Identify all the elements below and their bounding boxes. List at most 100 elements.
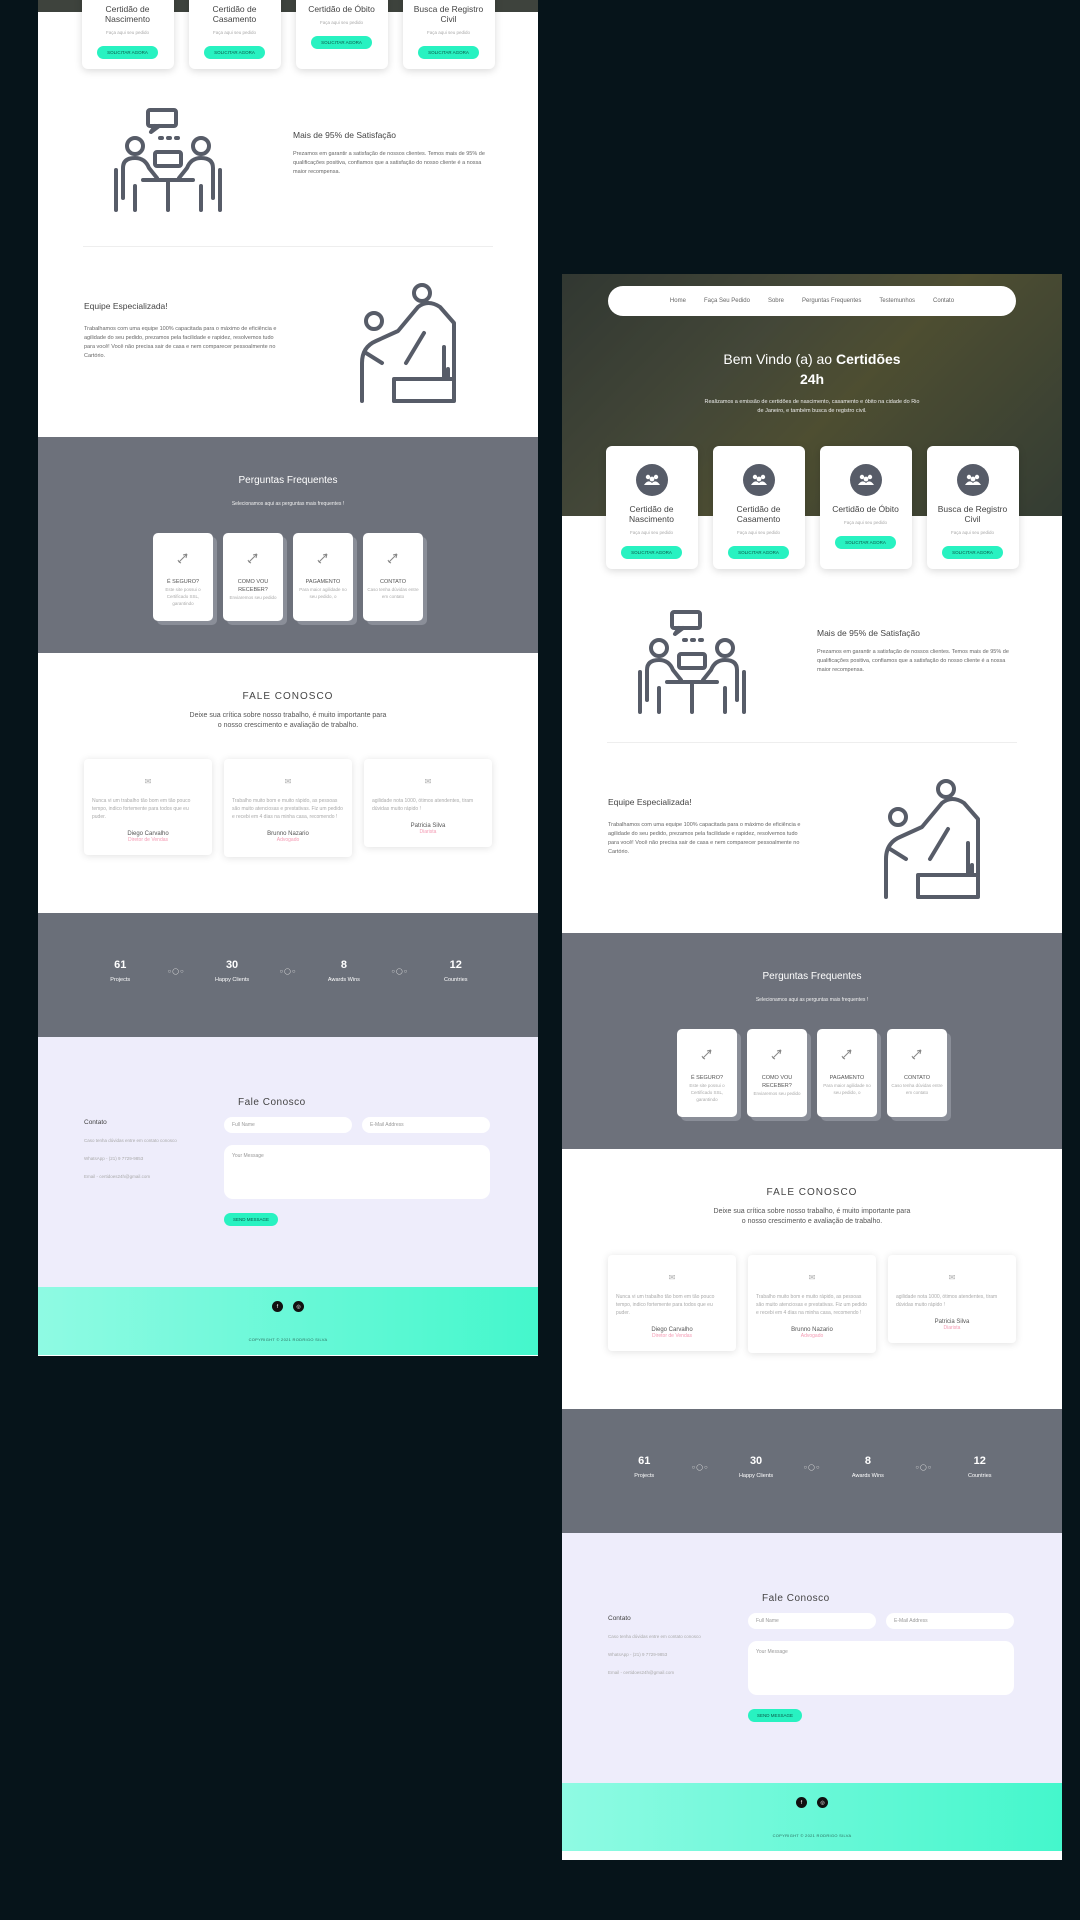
- faq-subtitle: Selecionamos aqui as perguntas mais freq…: [231, 501, 345, 507]
- request-button[interactable]: SOLICITAR AGORA: [728, 546, 789, 559]
- team-title: Equipe Especializada!: [608, 797, 692, 807]
- testimonial-role: Advogado: [276, 837, 300, 843]
- meeting-icon: [114, 108, 222, 212]
- faq-card-text: Para maior agilidade no seu pedido, o: [299, 587, 347, 599]
- request-button[interactable]: SOLICITAR AGORA: [204, 46, 265, 59]
- facebook-icon[interactable]: f: [796, 1797, 807, 1808]
- screenshot-scrolled: Certidão de Nascimento Faça aqui seu ped…: [38, 0, 538, 1356]
- stat-item: 12 Countries: [423, 959, 489, 983]
- service-sub: Faça aqui seu pedido: [629, 530, 674, 535]
- service-card: Certidão de Nascimento Faça aqui seu ped…: [605, 446, 698, 569]
- faq-card-text: Este site possui o Certificado SSL, gara…: [689, 1083, 725, 1102]
- hero-title: Bem Vindo (a) ao Certidões 24h: [562, 349, 1062, 389]
- facebook-icon[interactable]: f: [272, 1301, 283, 1312]
- stat-label: Awards Wins: [851, 1473, 884, 1479]
- testimonial-card: ✉ Trabalho muito bom e muito rápido, as p…: [748, 1255, 876, 1353]
- faq-card[interactable]: PAGAMENTO Para maior agilidade no seu ped…: [293, 533, 353, 621]
- nav-testimonials[interactable]: Testemunhos: [879, 298, 915, 304]
- hero-title-bold-2: 24h: [799, 371, 825, 387]
- hero-title-bold: Certidões: [836, 351, 901, 367]
- satisfaction-feature: Mais de 95% de Satisfação Prezamos em ga…: [38, 98, 538, 246]
- service-sub: Faça aqui seu pedido: [319, 20, 364, 25]
- request-button[interactable]: SOLICITAR AGORA: [942, 546, 1003, 559]
- stat-label: Awards Wins: [327, 977, 360, 983]
- service-sub: Faça aqui seu pedido: [426, 30, 471, 35]
- dots-decoration: ○◯○: [691, 1464, 709, 1471]
- email-input[interactable]: E-Mail Address: [362, 1117, 490, 1133]
- faq-card-text: Enviaremos seu pedido: [753, 1091, 801, 1096]
- hero-text: Realizamos a emissão de certidões de nas…: [704, 399, 920, 414]
- service-title: Certidão de Casamento: [212, 4, 257, 24]
- send-message-button[interactable]: SEND MESSAGE: [224, 1213, 279, 1226]
- contact-info: Contato Caso tenha dúvidas entre em cont…: [84, 1119, 204, 1192]
- message-icon: ✉: [424, 777, 432, 786]
- request-button[interactable]: SOLICITAR AGORA: [835, 536, 896, 549]
- instagram-icon[interactable]: ◎: [817, 1797, 828, 1808]
- rocket-icon: [771, 1049, 782, 1060]
- nav-faq[interactable]: Perguntas Frequentes: [802, 298, 861, 304]
- request-button[interactable]: SOLICITAR AGORA: [97, 46, 158, 59]
- request-button[interactable]: SOLICITAR AGORA: [418, 46, 479, 59]
- faq-card[interactable]: CONTATO Caso tenha dúvidas entre em conta…: [363, 533, 423, 621]
- faq-card-title: PAGAMENTO: [305, 579, 341, 585]
- testimonials-lead: Deixe sua crítica sobre nosso trabalho, …: [189, 712, 387, 729]
- stat-item: 30 Happy Clients: [723, 1455, 789, 1479]
- whatsapp-text: WhatsApp - (21) 9 7729-9853: [608, 1652, 668, 1657]
- message-textarea[interactable]: Your Message: [748, 1641, 1014, 1695]
- service-card: Certidão de Nascimento Faça aqui seu ped…: [81, 0, 174, 69]
- faq-card[interactable]: COMO VOU RECEBER? Enviaremos seu pedido: [747, 1029, 807, 1117]
- service-title: Certidão de Nascimento: [105, 4, 150, 24]
- email-input[interactable]: E-Mail Address: [886, 1613, 1014, 1629]
- nav-about[interactable]: Sobre: [768, 298, 784, 304]
- testimonials-section: FALE CONOSCO Deixe sua crítica sobre nos…: [562, 1149, 1062, 1409]
- faq-card-text: Este site possui o Certificado SSL, gara…: [165, 587, 201, 606]
- stats-section: 61 Projects ○◯○ 30 Happy Clients ○◯○ 8 Awar…: [562, 1409, 1062, 1533]
- footer: f ◎ COPYRIGHT © 2021 RODRIGO SILVA: [38, 1287, 538, 1355]
- full-name-input[interactable]: Full Name: [748, 1613, 876, 1629]
- testimonial-quote: Trabalho muito bom e muito rápido, as pe…: [232, 798, 343, 820]
- team-text: Trabalhamos com uma equipe 100% capacita…: [84, 326, 277, 359]
- service-title: Certidão de Óbito: [308, 4, 375, 14]
- copyright: COPYRIGHT © 2021 RODRIGO SILVA: [772, 1833, 852, 1838]
- testimonial-card: ✉ Trabalho muito bom e muito rápido, as p…: [224, 759, 352, 857]
- service-sub: Faça aqui seu pedido: [105, 30, 150, 35]
- message-textarea[interactable]: Your Message: [224, 1145, 490, 1199]
- stat-label: Countries: [967, 1473, 992, 1479]
- service-sub: Faça aqui seu pedido: [843, 520, 888, 525]
- full-name-input[interactable]: Full Name: [224, 1117, 352, 1133]
- testimonial-card: ✉ Nunca vi um trabalho tão bom em tão pou…: [608, 1255, 736, 1351]
- testimonials-title: FALE CONOSCO: [766, 1187, 858, 1198]
- faq-card-text: Enviaremos seu pedido: [229, 595, 277, 600]
- people-icon: [849, 464, 882, 496]
- request-button[interactable]: SOLICITAR AGORA: [621, 546, 682, 559]
- service-card: Certidão de Óbito Faça aqui seu pedido S…: [819, 446, 912, 569]
- faq-card[interactable]: CONTATO Caso tenha dúvidas entre em conta…: [887, 1029, 947, 1117]
- stat-value: 12: [973, 1455, 986, 1467]
- faq-card-text: Caso tenha dúvidas entre em contato: [891, 1083, 943, 1095]
- request-button[interactable]: SOLICITAR AGORA: [311, 36, 372, 49]
- testimonial-quote: Nunca vi um trabalho tão bom em tão pouc…: [92, 798, 191, 820]
- climb-help-icon: [884, 779, 980, 899]
- dots-decoration: ○◯○: [803, 1464, 821, 1471]
- email-text: Email - certidoes24h@gmail.com: [608, 1670, 675, 1675]
- nav-home[interactable]: Home: [670, 298, 686, 304]
- testimonial-card: ✉ agilidade nota 1000, ótimos atendentes,…: [364, 759, 492, 847]
- satisfaction-feature: Mais de 95% de Satisfação Prezamos em ga…: [562, 610, 1062, 742]
- stat-value: 8: [340, 959, 347, 971]
- contact-info-title: Contato: [608, 1615, 631, 1622]
- service-card: Certidão de Casamento Faça aqui seu pedi…: [188, 0, 281, 69]
- faq-card[interactable]: É SEGURO? Este site possui o Certificado …: [153, 533, 213, 621]
- testimonials-lead: Deixe sua crítica sobre nosso trabalho, …: [713, 1208, 911, 1225]
- testimonial-role: Diarista: [419, 829, 437, 835]
- nav-contact[interactable]: Contato: [933, 298, 954, 304]
- services-section-partial: Certidão de Nascimento Faça aqui seu ped…: [38, 0, 538, 98]
- send-message-button[interactable]: SEND MESSAGE: [748, 1709, 803, 1722]
- faq-card[interactable]: COMO VOU RECEBER? Enviaremos seu pedido: [223, 533, 283, 621]
- instagram-icon[interactable]: ◎: [293, 1301, 304, 1312]
- faq-card[interactable]: PAGAMENTO Para maior agilidade no seu ped…: [817, 1029, 877, 1117]
- service-card: Busca de Registro Civil Faça aqui seu pe…: [926, 446, 1019, 569]
- dots-decoration: ○◯○: [915, 1464, 933, 1471]
- faq-card[interactable]: É SEGURO? Este site possui o Certificado …: [677, 1029, 737, 1117]
- nav-order[interactable]: Faça Seu Pedido: [704, 298, 750, 304]
- contact-section: Fale Conosco Contato Caso tenha dúvidas …: [38, 1037, 538, 1287]
